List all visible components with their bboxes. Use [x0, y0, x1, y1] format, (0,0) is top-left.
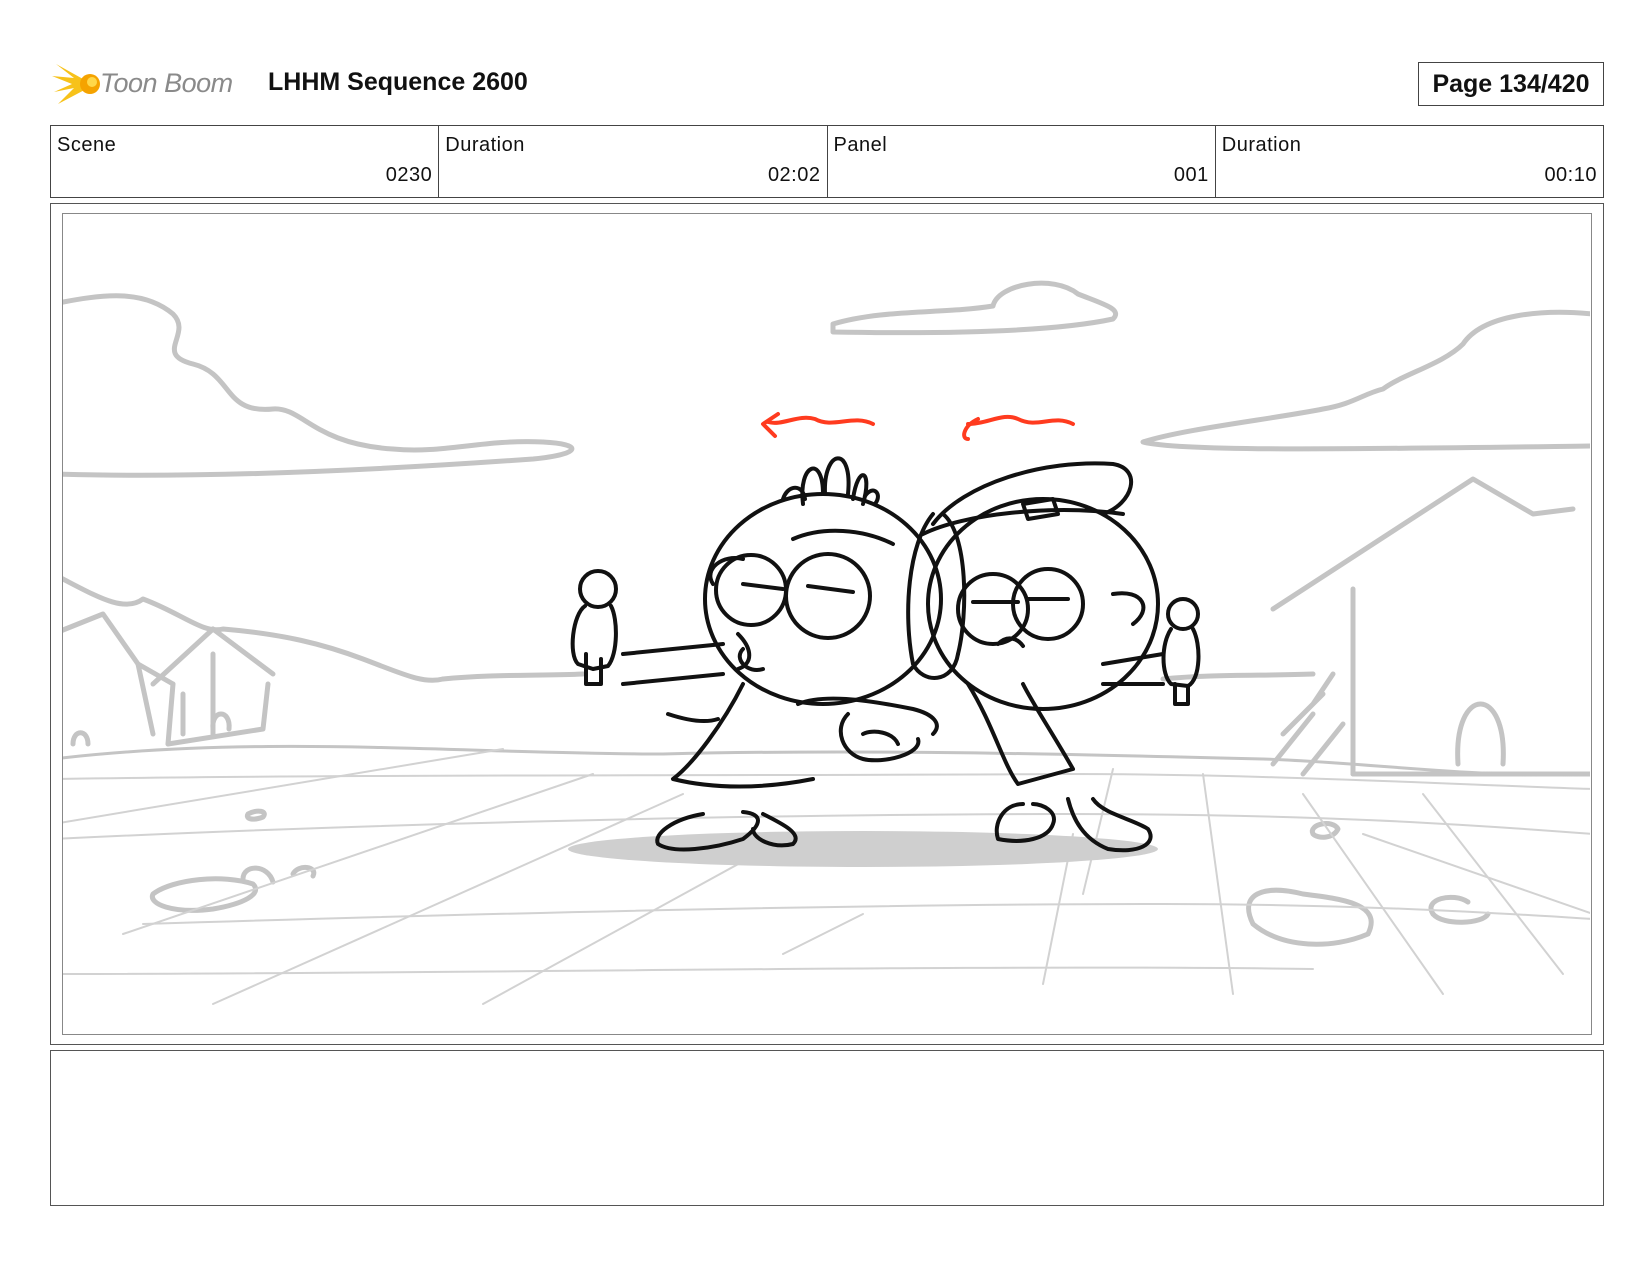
- scene-info-table: Scene 0230 Duration 02:02 Panel 001 Dura…: [50, 125, 1604, 198]
- page-counter: Page 134/420: [1418, 62, 1604, 106]
- storyboard-sketch: [63, 280, 1590, 1005]
- panel-duration-cell: Duration 00:10: [1216, 126, 1603, 197]
- toon-boom-burst-icon: [52, 64, 100, 104]
- logo-text: Toon Boom: [100, 67, 233, 98]
- storyboard-panel: [50, 203, 1604, 1045]
- storyboard-header: Toon Boom LHHM Sequence 2600 Page 134/42…: [0, 0, 1650, 125]
- panel-cell: Panel 001: [828, 126, 1216, 197]
- panel-value: 001: [1173, 164, 1209, 186]
- scene-duration-cell: Duration 02:02: [439, 126, 828, 197]
- panel-label: Panel: [833, 134, 888, 156]
- scene-label: Scene: [57, 134, 117, 156]
- scene-cell: Scene 0230: [51, 126, 440, 197]
- panel-duration-label: Duration: [1221, 134, 1302, 156]
- toon-boom-logo: Toon Boom: [52, 58, 252, 108]
- panel-notes-area[interactable]: [50, 1050, 1604, 1206]
- scene-duration-label: Duration: [445, 134, 525, 156]
- scene-value: 0230: [385, 164, 433, 186]
- panel-drawing-area: [62, 213, 1592, 1035]
- panel-duration-value: 00:10: [1544, 164, 1597, 186]
- sequence-title: LHHM Sequence 2600: [268, 68, 528, 96]
- scene-duration-value: 02:02: [767, 164, 821, 186]
